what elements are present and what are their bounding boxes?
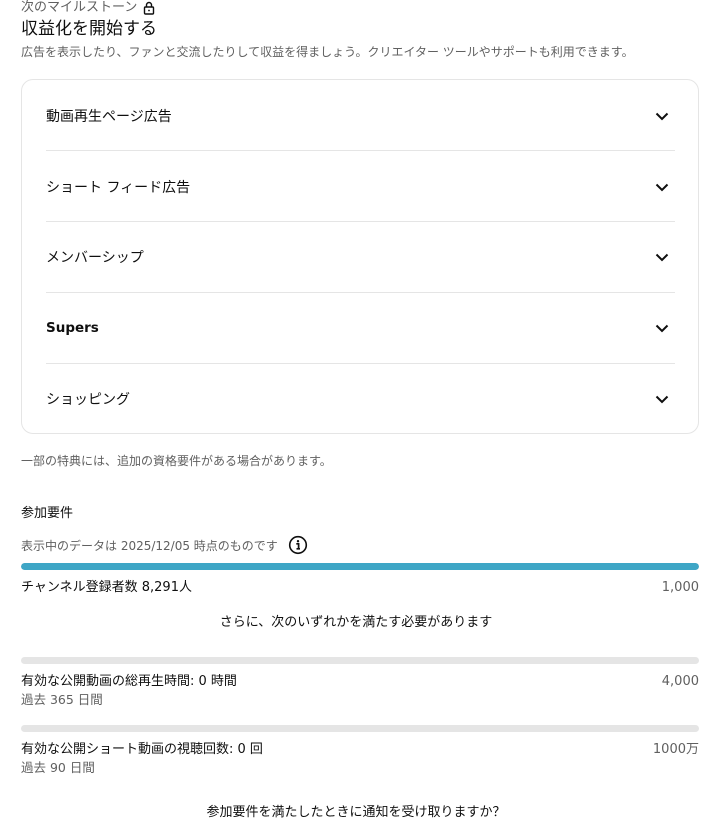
notify-question: 参加要件を満たしたときに通知を受け取りますか？: [206, 805, 506, 820]
watch-hours-target: 4,000: [661, 674, 699, 689]
subscribers-target: 1,000: [661, 580, 699, 595]
accordion-item-label: メンバーシップ: [46, 249, 144, 266]
page-title: 収益化を開始する: [21, 19, 157, 39]
chevron-down-icon: [655, 253, 669, 261]
chevron-down-icon: [655, 395, 669, 403]
lock-icon: [144, 1, 155, 15]
info-icon[interactable]: [288, 535, 308, 555]
accordion-item-label: ショッピング: [46, 391, 130, 408]
perk-note: 一部の特典には、追加の資格要件がある場合があります。: [21, 454, 332, 468]
milestone-row: 次のマイルストーン: [21, 0, 155, 16]
subscribers-progress-fill: [21, 563, 699, 570]
watch-hours-label: 有効な公開動画の総再生時間: 0 時間: [21, 674, 237, 689]
shorts-views-progress-bar: [21, 725, 699, 732]
page-subtitle: 広告を表示したり、ファンと交流したりして収益を得ましょう。クリエイター ツールや…: [21, 45, 634, 59]
watch-hours-progress-bar: [21, 657, 699, 664]
requirements-title: 参加要件: [21, 506, 74, 521]
accordion-item-supers[interactable]: Supers: [46, 292, 675, 363]
shorts-views-target: 1000万: [652, 742, 699, 757]
accordion-item-label: Supers: [46, 319, 99, 336]
perks-accordion: 動画再生ページ広告 ショート フィード広告 メンバーシップ Supers ショッ…: [21, 79, 699, 434]
watch-hours-period: 過去 365 日間: [21, 692, 103, 707]
data-date: 表示中のデータは 2025/12/05 時点のものです: [21, 538, 278, 553]
subscribers-label: チャンネル登録者数 8,291人: [21, 580, 192, 595]
shorts-views-label: 有効な公開ショート動画の視聴回数: 0 回: [21, 742, 263, 757]
subscribers-progress-bar: [21, 563, 699, 570]
data-date-row: 表示中のデータは 2025/12/05 時点のものです: [21, 535, 308, 555]
chevron-down-icon: [655, 112, 669, 120]
accordion-item-shopping[interactable]: ショッピング: [46, 363, 675, 434]
accordion-item-shorts-feed-ads[interactable]: ショート フィード広告: [46, 151, 675, 222]
accordion-item-label: ショート フィード広告: [46, 179, 191, 196]
shorts-views-period: 過去 90 日間: [21, 760, 95, 775]
accordion-item-watch-page-ads[interactable]: 動画再生ページ広告: [46, 80, 675, 151]
chevron-down-icon: [655, 183, 669, 191]
accordion-item-memberships[interactable]: メンバーシップ: [46, 221, 675, 292]
milestone-label: 次のマイルストーン: [21, 0, 138, 15]
or-requirement-text: さらに、次のいずれかを満たす必要があります: [219, 615, 493, 630]
accordion-item-label: 動画再生ページ広告: [46, 108, 172, 125]
chevron-down-icon: [655, 324, 669, 332]
